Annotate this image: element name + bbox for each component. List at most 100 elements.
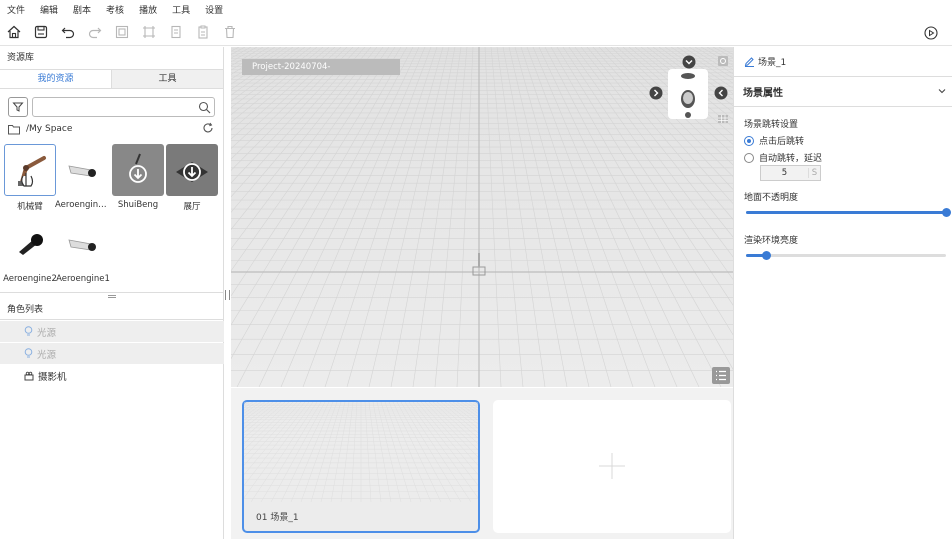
folder-path: /My Space bbox=[26, 124, 73, 134]
search-input[interactable] bbox=[32, 97, 215, 117]
delete-button[interactable] bbox=[222, 24, 238, 40]
copy-button[interactable] bbox=[168, 24, 184, 40]
env-brightness-label: 渲染环境亮度 bbox=[744, 236, 799, 246]
env-brightness-slider[interactable] bbox=[746, 251, 946, 260]
delay-value: 5 bbox=[781, 168, 788, 178]
asset-thumbnail bbox=[4, 144, 56, 196]
role-name: 光源 bbox=[37, 349, 57, 361]
robot-arm-icon bbox=[18, 156, 46, 187]
role-item[interactable]: 光源 bbox=[0, 321, 224, 342]
slider-knob[interactable] bbox=[762, 251, 771, 260]
resource-panel: 资源库 我的资源 工具 /My Space 机械臂 Aeroengine… Sh… bbox=[0, 47, 224, 539]
role-name: 摄影机 bbox=[38, 371, 67, 383]
menu-settings[interactable]: 设置 bbox=[205, 3, 223, 16]
menu-script[interactable]: 剧本 bbox=[73, 3, 91, 16]
engine-black-icon bbox=[19, 234, 43, 255]
undo-button[interactable] bbox=[60, 24, 76, 40]
paste-button[interactable] bbox=[195, 24, 211, 40]
radio-click-jump[interactable]: 点击后跳转 bbox=[744, 134, 804, 147]
role-list-title: 角色列表 bbox=[0, 300, 224, 320]
add-scene-button[interactable] bbox=[493, 400, 731, 533]
asset-item[interactable]: 机械臂 bbox=[4, 144, 56, 212]
trash-icon bbox=[225, 25, 235, 38]
search-row bbox=[0, 89, 223, 117]
refresh-icon[interactable] bbox=[202, 122, 214, 134]
menu-tools[interactable]: 工具 bbox=[172, 3, 190, 16]
scene-viewport[interactable]: Project-20240704- bbox=[231, 47, 733, 387]
menu-edit[interactable]: 编辑 bbox=[40, 3, 58, 16]
save-button[interactable] bbox=[33, 24, 49, 40]
menu-file[interactable]: 文件 bbox=[7, 3, 25, 16]
role-item[interactable]: 摄影机 bbox=[0, 365, 224, 386]
scene-thumbnail bbox=[244, 402, 478, 502]
delay-unit: S bbox=[808, 168, 820, 178]
avatar-orientation-widget[interactable] bbox=[668, 69, 708, 119]
vertical-splitter[interactable] bbox=[225, 290, 230, 304]
properties-panel: 场景_1 场景属性 场景跳转设置 点击后跳转 自动跳转，延迟 5 S 地面不透明… bbox=[733, 47, 952, 539]
scene-card[interactable]: 01 场景_1 bbox=[242, 400, 480, 533]
asset-item[interactable]: Aeroengine1 bbox=[56, 218, 110, 284]
asset-name: ShuiBeng bbox=[117, 200, 159, 210]
save-icon bbox=[34, 25, 48, 38]
asset-item[interactable]: 展厅 bbox=[166, 144, 218, 212]
ungroup-button[interactable] bbox=[141, 24, 157, 40]
search-icon bbox=[198, 101, 211, 114]
asset-item[interactable]: Aeroengine… bbox=[55, 144, 111, 210]
filter-button[interactable] bbox=[8, 97, 28, 117]
asset-thumbnail bbox=[57, 144, 109, 196]
role-item[interactable]: 光源 bbox=[0, 343, 224, 364]
redo-icon bbox=[88, 27, 102, 38]
jump-setting-label: 场景跳转设置 bbox=[744, 120, 799, 130]
slider-fill bbox=[746, 211, 946, 214]
ground-opacity-slider[interactable] bbox=[746, 208, 951, 217]
menu-bar: 文件 编辑 剧本 考核 播放 工具 设置 bbox=[0, 0, 952, 18]
preview-play-button[interactable] bbox=[924, 26, 938, 43]
project-label: Project-20240704- bbox=[242, 59, 400, 75]
asset-name: 机械臂 bbox=[17, 202, 43, 212]
resource-tabs: 我的资源 工具 bbox=[0, 69, 223, 89]
scene-label: 01 场景_1 bbox=[256, 513, 299, 523]
home-button[interactable] bbox=[6, 24, 22, 40]
asset-thumbnail bbox=[112, 144, 164, 196]
slider-knob[interactable] bbox=[942, 208, 951, 217]
folder-icon bbox=[8, 124, 20, 134]
chevron-down-icon[interactable] bbox=[682, 55, 696, 69]
home-icon bbox=[7, 25, 21, 38]
scene-strip: 01 场景_1 bbox=[231, 388, 733, 539]
download-icon bbox=[129, 153, 147, 183]
asset-item[interactable]: Aeroengine2 bbox=[3, 218, 57, 284]
bulb-icon bbox=[24, 348, 33, 358]
camera-icon bbox=[24, 371, 34, 380]
chevron-left-icon[interactable] bbox=[714, 86, 728, 100]
tab-my-resources[interactable]: 我的资源 bbox=[0, 70, 111, 88]
menu-assessment[interactable]: 考核 bbox=[106, 3, 124, 16]
screenshot-icon[interactable] bbox=[717, 55, 729, 67]
redo-button[interactable] bbox=[87, 24, 103, 40]
tab-tools[interactable]: 工具 bbox=[111, 70, 223, 88]
plus-icon bbox=[599, 453, 625, 479]
radio-button bbox=[744, 152, 754, 163]
radio-auto-jump[interactable]: 自动跳转，延迟 bbox=[744, 151, 822, 164]
folder-path-row: /My Space bbox=[0, 117, 223, 135]
asset-thumbnail bbox=[4, 218, 56, 270]
grid-view-icon[interactable] bbox=[717, 113, 729, 125]
asset-grid: 机械臂 Aeroengine… ShuiBeng 展厅 Aeroengine2 bbox=[0, 135, 223, 285]
radio-button bbox=[744, 135, 754, 146]
asset-name: Aeroengine… bbox=[55, 200, 111, 210]
role-name: 光源 bbox=[37, 327, 57, 339]
panel-splitter[interactable] bbox=[0, 292, 224, 300]
paste-icon bbox=[198, 25, 208, 39]
ungroup-icon bbox=[143, 25, 155, 38]
group-button[interactable] bbox=[114, 24, 130, 40]
ground-opacity-label: 地面不透明度 bbox=[744, 193, 799, 203]
section-title: 场景属性 bbox=[743, 88, 783, 99]
menu-play[interactable]: 播放 bbox=[139, 3, 157, 16]
aeroengine-icon bbox=[68, 165, 96, 177]
scene-properties-header[interactable]: 场景属性 bbox=[734, 77, 952, 107]
list-icon[interactable] bbox=[712, 367, 730, 384]
asset-item[interactable]: ShuiBeng bbox=[112, 144, 164, 210]
delay-input[interactable]: 5 S bbox=[760, 165, 821, 181]
scene-name-row[interactable]: 场景_1 bbox=[734, 47, 952, 77]
chevron-right-icon[interactable] bbox=[649, 86, 663, 100]
group-icon bbox=[115, 25, 129, 38]
